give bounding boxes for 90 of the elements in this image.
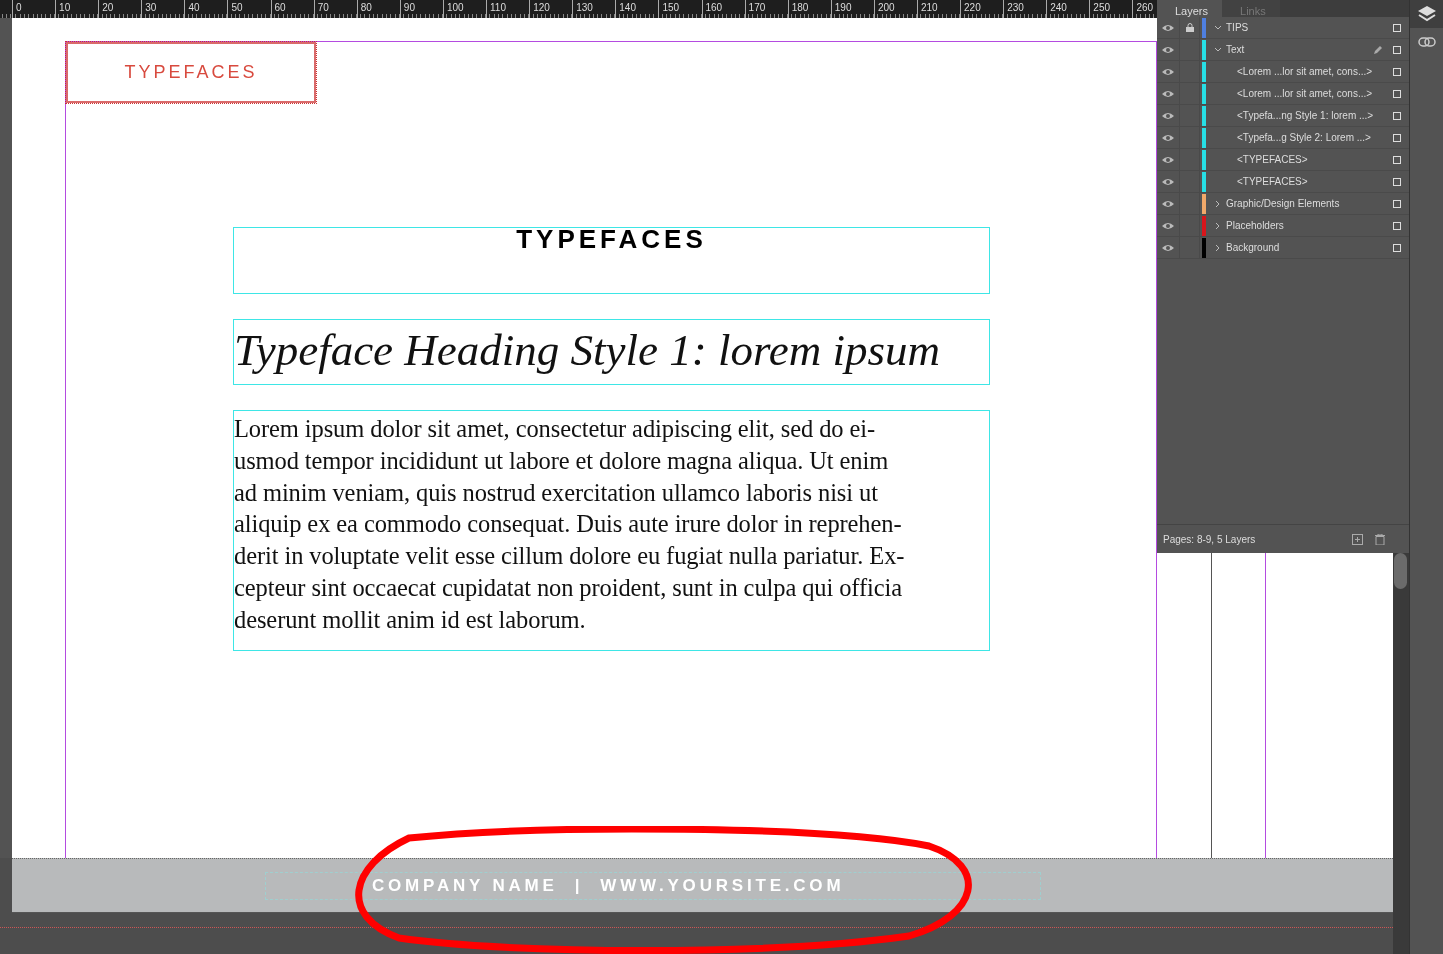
selection-square[interactable] [1393,243,1401,252]
ruler-label: 250 [1089,0,1133,18]
eye-icon[interactable] [1162,243,1174,252]
chevron-right-icon[interactable] [1214,243,1222,252]
layer-row[interactable]: Text [1157,39,1409,61]
layer-row[interactable]: TIPS [1157,17,1409,39]
section-title: TYPEFACES [233,226,990,294]
selection-square[interactable] [1393,199,1401,208]
selection-square[interactable] [1393,111,1401,120]
ruler-label: 10 [55,0,99,18]
ruler-label: 220 [960,0,1004,18]
selection-square[interactable] [1393,155,1401,164]
layer-row[interactable]: <Lorem ...lor sit amet, cons...> [1157,83,1409,105]
body-paragraph: Lorem ipsum dolor sit amet, consectetur adipiscing elit, sed do ei- usmod tempor incididunt ut labore et dolore magna aliqua. Ut enim ad minim veniam, quis nostrud exercitation ullamco laboris nisi ut aliquip ex ea commodo consequat. Duis aute irure dolor in reprehen- derit in voluptate velit esse cillum dolore eu fugiat nulla pariatur. Ex- cepteur sint occaecat cupidatat non proident, sunt in culpa qui officia deserunt mollit anim id est laborum. [233,409,990,651]
eye-icon[interactable] [1162,67,1174,76]
chevron-right-icon[interactable] [1214,199,1222,208]
layers-icon [1417,6,1436,22]
eye-icon[interactable] [1162,177,1174,186]
layers-tool-button[interactable] [1410,0,1443,28]
selection-square[interactable] [1393,23,1401,32]
eye-icon[interactable] [1162,133,1174,142]
layer-row[interactable]: <Lorem ...lor sit amet, cons...> [1157,61,1409,83]
selection-square[interactable] [1393,221,1401,230]
ruler-label: 180 [787,0,831,18]
ruler-label: 130 [572,0,616,18]
selection-square[interactable] [1393,67,1401,76]
layer-name: <TYPEFACES> [1237,154,1309,165]
ruler-label: 150 [658,0,702,18]
heading-text: Typeface Heading Style 1: lorem ipsum [233,318,990,385]
ruler-label: 0 [12,0,56,18]
ruler-label: 170 [744,0,788,18]
ruler-label: 160 [701,0,745,18]
ruler-label: 200 [873,0,917,18]
ruler-label: 190 [830,0,874,18]
ruler-label: 100 [442,0,487,18]
eye-icon[interactable] [1162,89,1174,98]
scrollbar[interactable] [1393,553,1409,954]
ruler-label: 90 [399,0,443,18]
ruler-label: 240 [1046,0,1090,18]
layer-name: TIPS [1226,22,1250,33]
chevron-right-icon[interactable] [1214,221,1222,230]
layer-row[interactable]: Placeholders [1157,215,1409,237]
layer-name: Background [1226,242,1281,253]
eye-icon[interactable] [1162,155,1174,164]
eye-icon[interactable] [1162,45,1174,54]
layer-row[interactable]: <Typefa...g Style 2: Lorem ...> [1157,127,1409,149]
ruler-label: 140 [615,0,659,18]
layer-row[interactable]: Graphic/Design Elements [1157,193,1409,215]
layer-name: Graphic/Design Elements [1226,198,1341,209]
pencil-icon [1373,44,1383,55]
ruler-label: 20 [98,0,142,18]
layer-name: <Lorem ...lor sit amet, cons...> [1237,88,1374,99]
selection-square[interactable] [1393,89,1401,98]
ruler-label: 80 [356,0,400,18]
ruler-label: 60 [270,0,314,18]
new-layer-icon[interactable] [1352,533,1363,545]
eye-icon[interactable] [1162,221,1174,230]
trash-icon[interactable] [1375,533,1385,545]
ruler-label: 230 [1003,0,1047,18]
ruler-label: 110 [486,0,530,18]
ruler-label: 50 [227,0,271,18]
selection-square[interactable] [1393,177,1401,186]
eye-icon[interactable] [1162,199,1174,208]
lock-icon[interactable] [1185,23,1194,32]
eye-icon[interactable] [1162,111,1174,120]
layer-name: Placeholders [1226,220,1285,231]
layer-row[interactable]: <Typefa...ng Style 1: lorem ...> [1157,105,1409,127]
layer-name: <Lorem ...lor sit amet, cons...> [1237,66,1374,77]
ruler-label: 30 [141,0,185,18]
status-text: Pages: 8-9, 5 Layers [1163,533,1257,545]
page-title: TYPEFACES [66,41,316,103]
footer-text: COMPANY NAME | WWW.YOURSITE.COM [372,875,845,896]
ruler-label: 40 [184,0,228,18]
selection-square[interactable] [1393,45,1401,54]
link-icon [1417,37,1436,47]
panel-tab[interactable]: Layers [1157,0,1223,17]
ruler-label: 70 [313,0,357,18]
ruler-label: 210 [916,0,961,18]
chevron-down-icon[interactable] [1214,45,1222,54]
layer-row[interactable]: Background [1157,237,1409,259]
ruler-label: 120 [529,0,573,18]
layer-name: <Typefa...g Style 2: Lorem ...> [1237,132,1372,143]
layer-name: <TYPEFACES> [1237,176,1309,187]
eye-icon[interactable] [1162,23,1174,32]
layer-name: <Typefa...ng Style 1: lorem ...> [1237,110,1375,121]
layer-name: Text [1226,44,1246,55]
layer-row[interactable]: <TYPEFACES> [1157,149,1409,171]
selection-square[interactable] [1393,133,1401,142]
layer-row[interactable]: <TYPEFACES> [1157,171,1409,193]
chevron-down-icon[interactable] [1214,23,1222,32]
